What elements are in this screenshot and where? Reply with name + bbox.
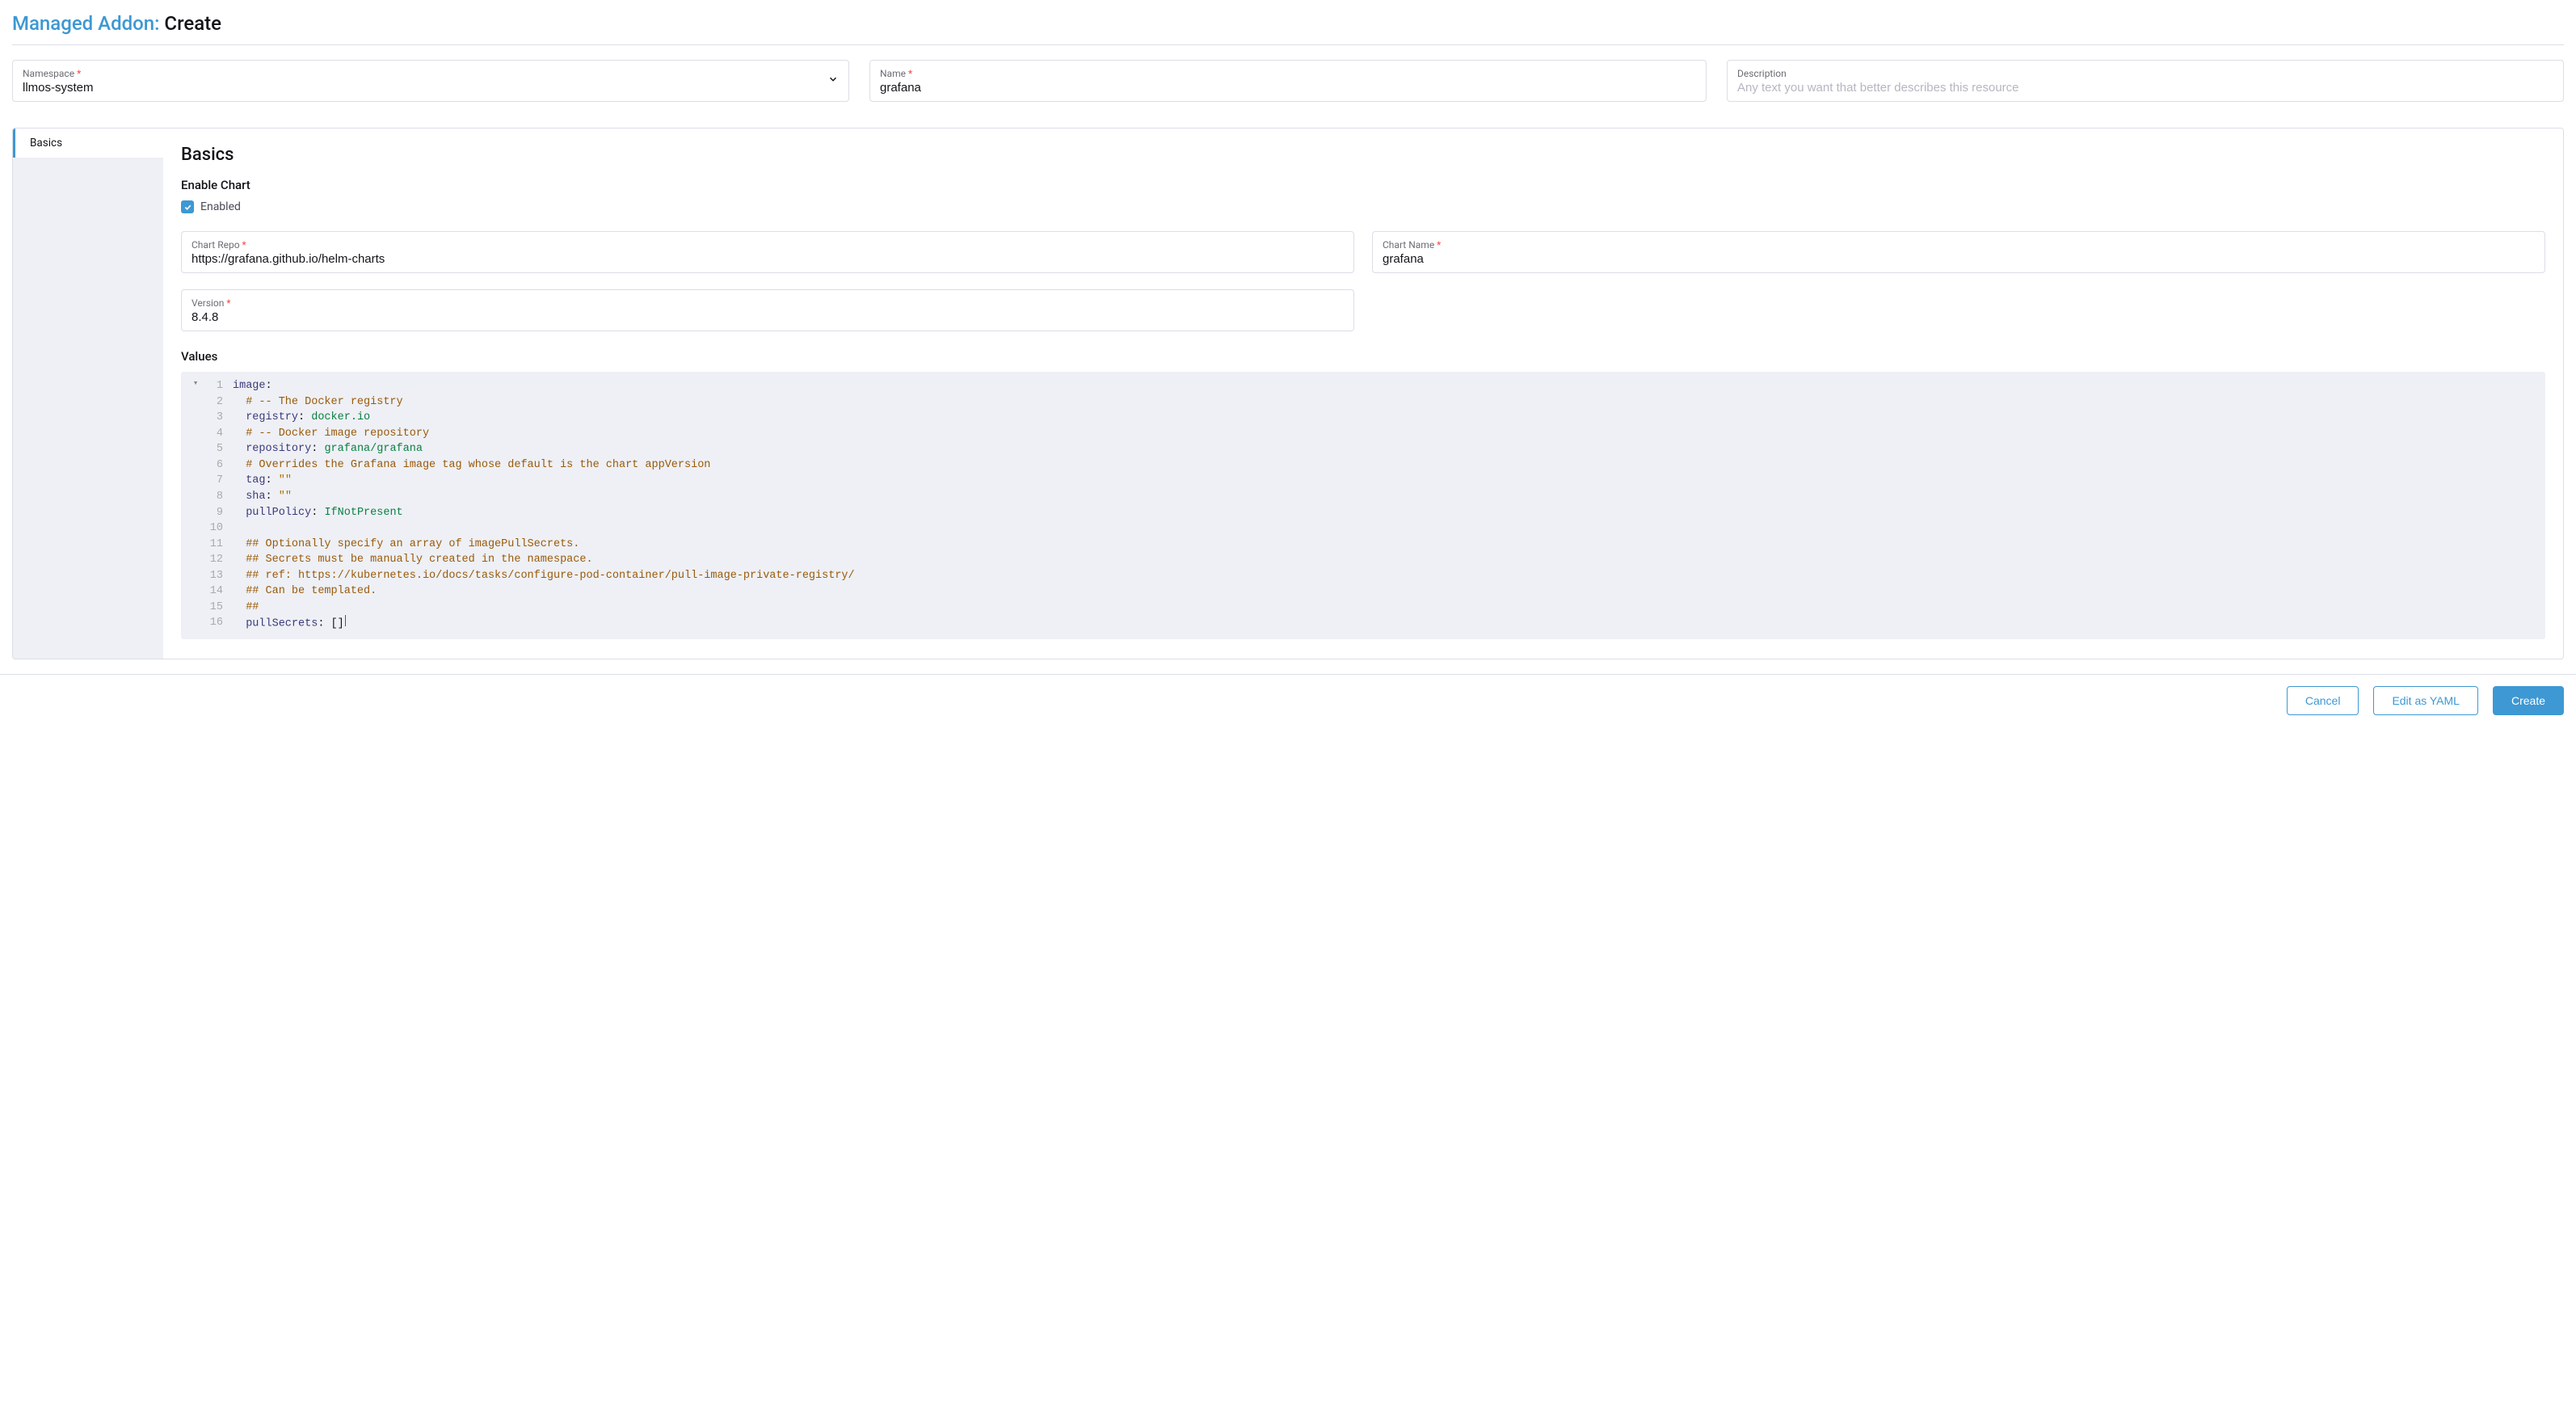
chart-repo-label: Chart Repo * bbox=[192, 239, 1344, 251]
enabled-checkbox[interactable] bbox=[181, 200, 194, 213]
divider bbox=[12, 44, 2564, 45]
version-label: Version * bbox=[192, 297, 1344, 309]
namespace-input[interactable] bbox=[23, 81, 839, 95]
name-label: Name * bbox=[880, 68, 1696, 79]
footer-bar: Cancel Edit as YAML Create bbox=[0, 674, 2576, 727]
values-heading: Values bbox=[181, 349, 2545, 364]
version-row: Version * bbox=[181, 289, 2545, 331]
chart-repo-input[interactable] bbox=[192, 252, 1344, 266]
page-title: Managed Addon: Create bbox=[12, 12, 2564, 35]
basics-heading: Basics bbox=[181, 145, 2545, 165]
description-field[interactable]: Description bbox=[1727, 60, 2564, 102]
edit-yaml-button[interactable]: Edit as YAML bbox=[2373, 686, 2478, 715]
chart-name-label: Chart Name * bbox=[1383, 239, 2535, 251]
enabled-checkbox-row: Enabled bbox=[181, 200, 2545, 213]
tab-basics[interactable]: Basics bbox=[13, 128, 163, 158]
tab-content: Basics Enable Chart Enabled Chart Repo *… bbox=[163, 128, 2563, 659]
tab-list: Basics bbox=[13, 128, 163, 659]
description-input[interactable] bbox=[1737, 81, 2553, 95]
create-button[interactable]: Create bbox=[2493, 686, 2564, 715]
version-field[interactable]: Version * bbox=[181, 289, 1354, 331]
name-input[interactable] bbox=[880, 81, 1696, 95]
cancel-button[interactable]: Cancel bbox=[2287, 686, 2359, 715]
description-label: Description bbox=[1737, 68, 2553, 79]
enable-chart-heading: Enable Chart bbox=[181, 178, 2545, 192]
version-input[interactable] bbox=[192, 310, 1344, 324]
breadcrumb-link[interactable]: Managed Addon: bbox=[12, 12, 159, 35]
enabled-label: Enabled bbox=[200, 200, 241, 213]
page-action: Create bbox=[159, 12, 221, 35]
namespace-select[interactable]: Namespace * bbox=[12, 60, 849, 102]
top-field-row: Namespace * Name * Description bbox=[12, 60, 2564, 102]
name-field[interactable]: Name * bbox=[869, 60, 1707, 102]
chart-fields-row: Chart Repo * Chart Name * bbox=[181, 231, 2545, 273]
namespace-label: Namespace * bbox=[23, 68, 839, 79]
chart-name-field[interactable]: Chart Name * bbox=[1372, 231, 2545, 273]
yaml-editor[interactable]: ▾1image: 2 # -- The Docker registry 3 re… bbox=[181, 372, 2545, 639]
chart-repo-field[interactable]: Chart Repo * bbox=[181, 231, 1354, 273]
chart-name-input[interactable] bbox=[1383, 252, 2535, 266]
tabbed-area: Basics Basics Enable Chart Enabled Chart… bbox=[12, 128, 2564, 659]
